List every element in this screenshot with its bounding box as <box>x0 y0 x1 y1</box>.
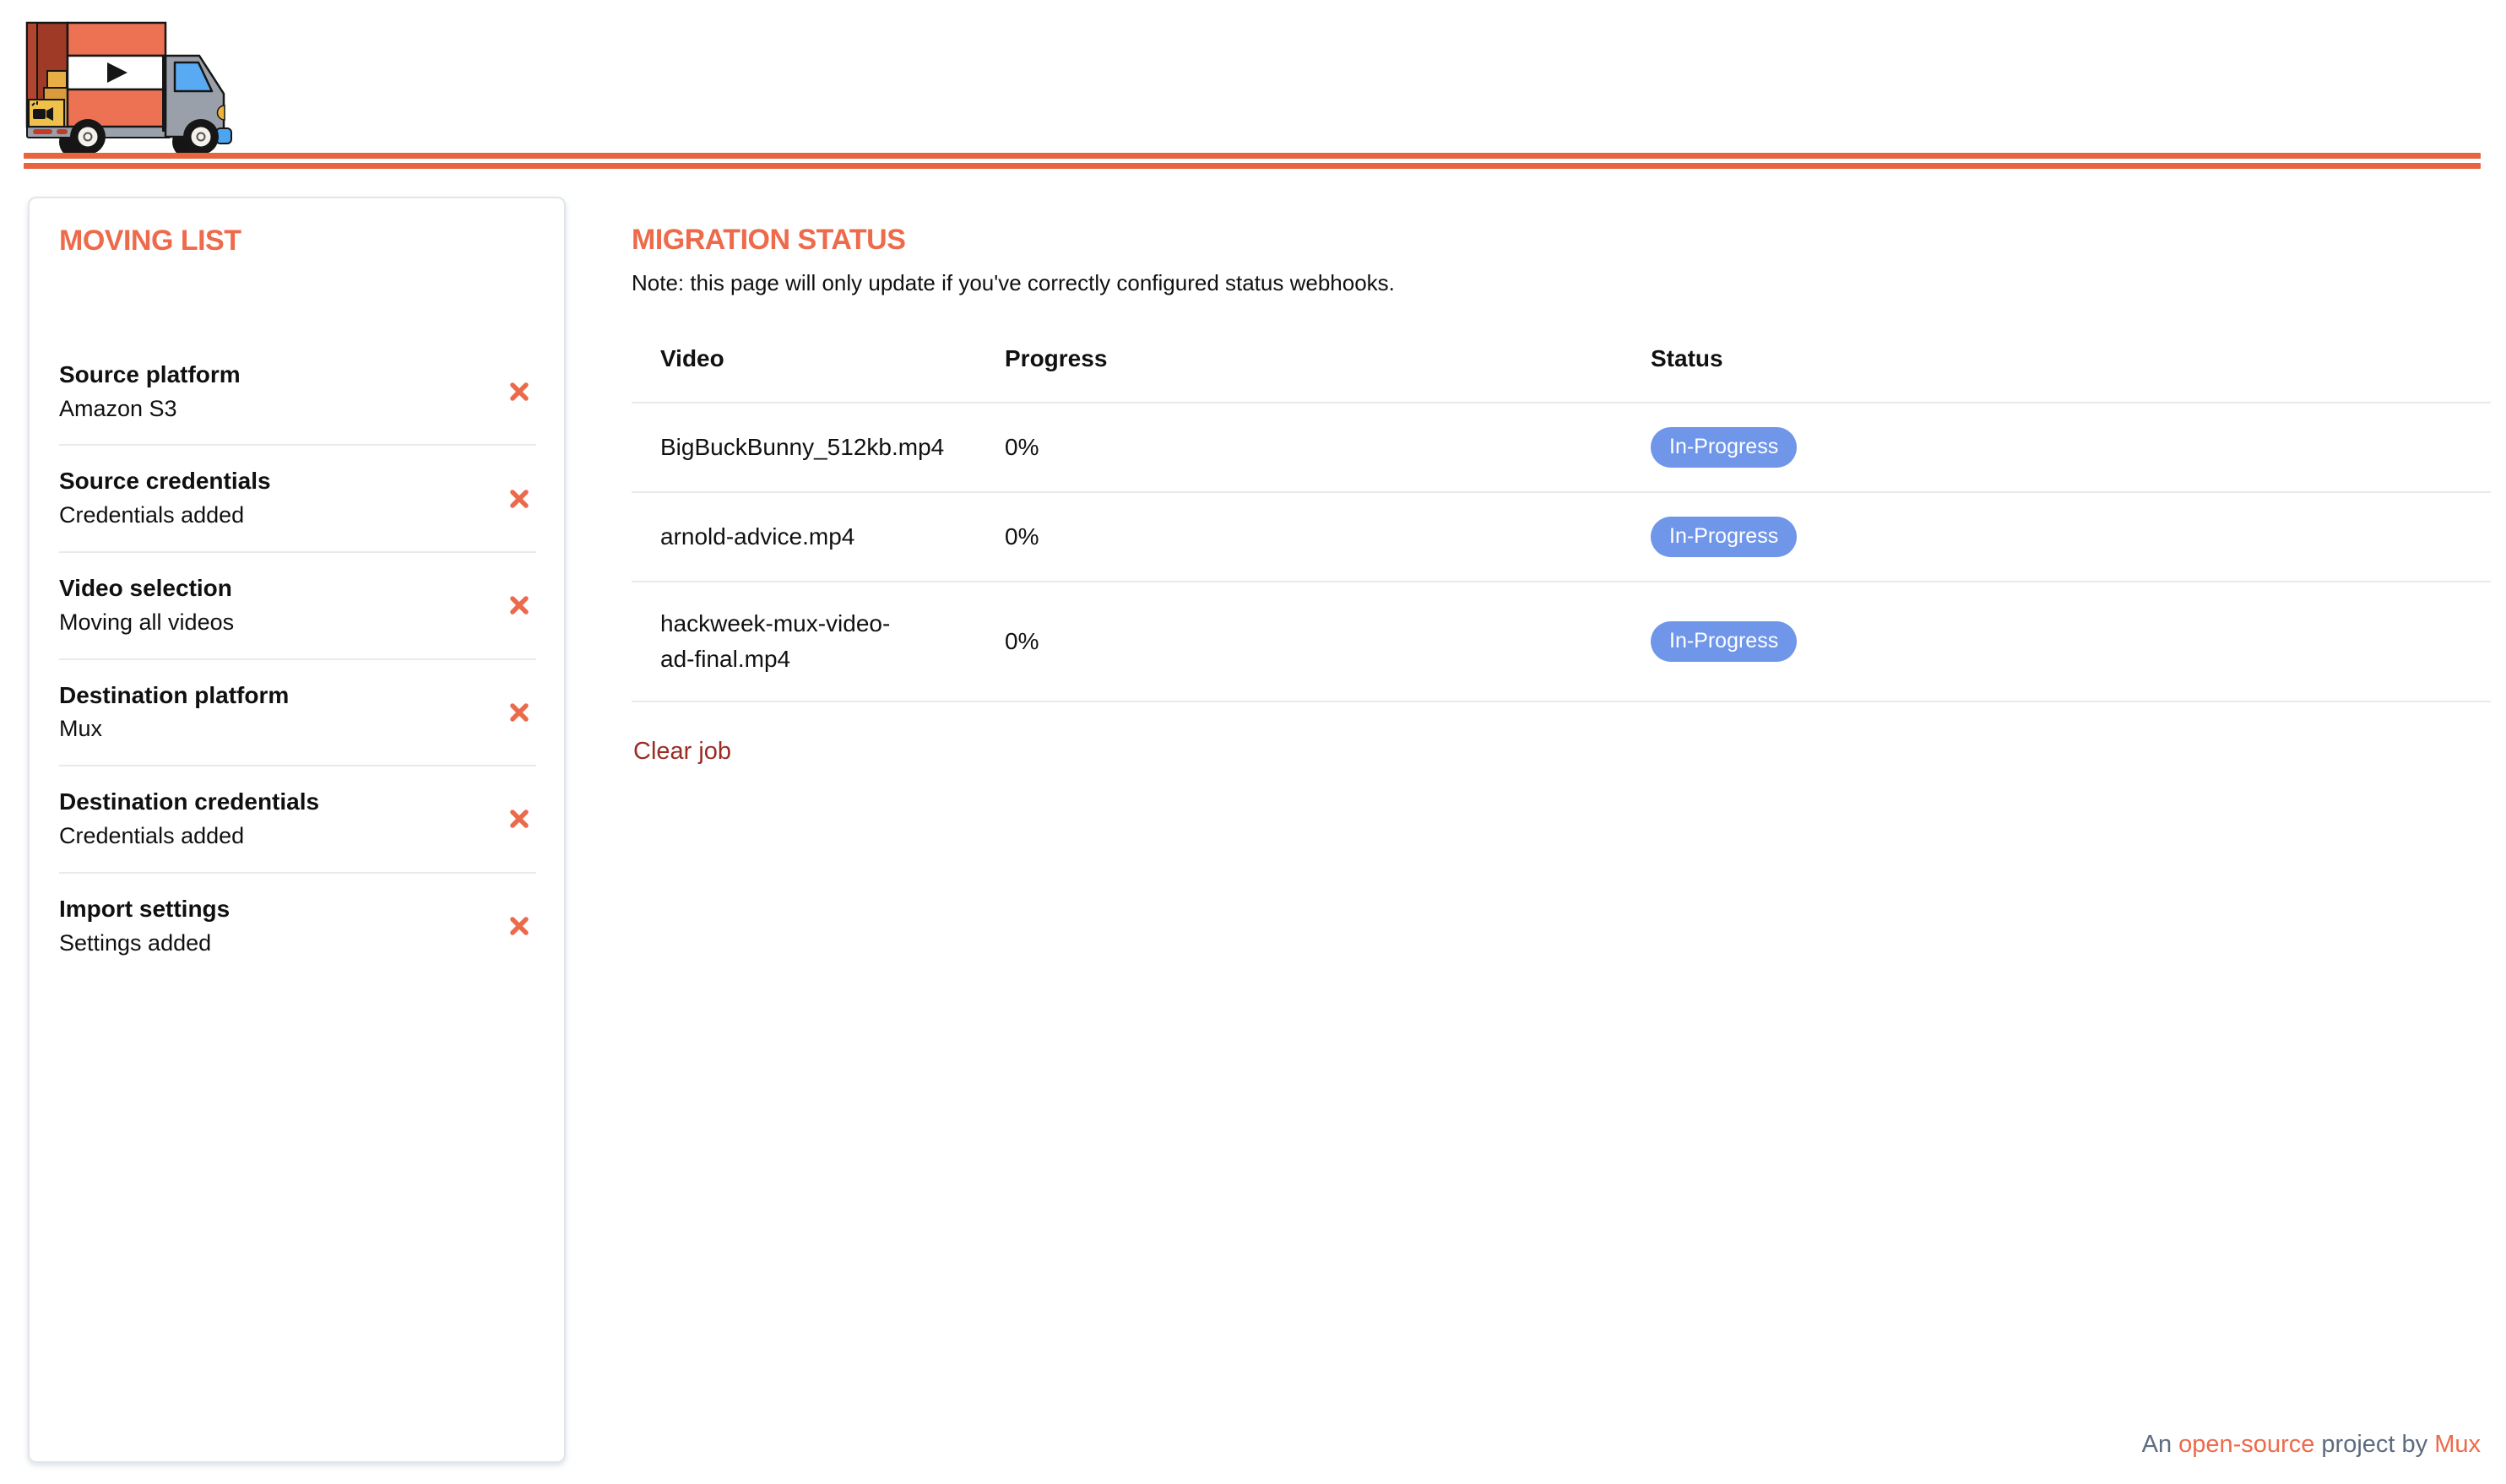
item-value: Credentials added <box>59 500 485 532</box>
footer-credit: An open-source project by Mux <box>2142 1431 2481 1459</box>
progress-value: 0% <box>1005 434 1651 461</box>
moving-list: Source platform Amazon S3 Source credent… <box>59 339 536 979</box>
front-wheel <box>183 119 219 154</box>
moving-truck-icon <box>25 10 248 157</box>
sidebar-item-destination-platform: Destination platform Mux <box>59 660 536 767</box>
item-label: Video selection <box>59 572 485 604</box>
table-row: arnold-advice.mp4 0% In-Progress <box>632 493 2491 582</box>
migration-table-header: Video Progress Status <box>632 335 2491 403</box>
clear-job-link[interactable]: Clear job <box>633 738 731 766</box>
sidebar-item-video-selection: Video selection Moving all videos <box>59 553 536 660</box>
item-value: Credentials added <box>59 821 485 853</box>
video-name: hackweek-mux-video-ad-final.mp4 <box>660 606 1005 677</box>
column-header-progress: Progress <box>1005 345 1651 372</box>
item-label: Source platform <box>59 359 485 391</box>
remove-source-platform-button[interactable] <box>507 380 531 403</box>
status-badge: In-Progress <box>1651 427 1797 468</box>
road-line-bottom <box>24 163 2481 169</box>
migration-table: Video Progress Status BigBuckBunny_512kb… <box>632 335 2491 702</box>
footer-prefix: An <box>2142 1431 2179 1458</box>
open-source-link[interactable]: open-source <box>2178 1431 2314 1458</box>
item-value: Moving all videos <box>59 607 485 639</box>
x-icon <box>509 595 529 615</box>
remove-import-settings-button[interactable] <box>507 914 531 938</box>
sidebar-item-source-platform: Source platform Amazon S3 <box>59 339 536 447</box>
x-icon <box>509 809 529 829</box>
sidebar-item-import-settings: Import settings Settings added <box>59 874 536 979</box>
migration-status-section: MIGRATION STATUS Note: this page will on… <box>632 211 2491 766</box>
item-value: Mux <box>59 713 485 745</box>
moving-list-title: MOVING LIST <box>59 224 536 258</box>
sidebar-item-source-credentials: Source credentials Credentials added <box>59 446 536 553</box>
mux-link[interactable]: Mux <box>2434 1431 2481 1458</box>
progress-value: 0% <box>1005 628 1651 655</box>
item-label: Import settings <box>59 893 485 925</box>
item-label: Destination platform <box>59 680 485 712</box>
webhook-note: Note: this page will only update if you'… <box>632 270 2491 296</box>
remove-destination-platform-button[interactable] <box>507 701 531 724</box>
video-name: arnold-advice.mp4 <box>660 519 1005 555</box>
item-value: Amazon S3 <box>59 393 485 425</box>
table-row: hackweek-mux-video-ad-final.mp4 0% In-Pr… <box>632 582 2491 702</box>
column-header-video: Video <box>660 345 1005 372</box>
moving-list-panel: MOVING LIST Source platform Amazon S3 So… <box>28 197 566 1463</box>
video-name: BigBuckBunny_512kb.mp4 <box>660 430 1005 465</box>
status-badge: In-Progress <box>1651 621 1797 662</box>
x-icon <box>509 702 529 723</box>
moving-truck-logo <box>25 10 248 157</box>
status-badge: In-Progress <box>1651 517 1797 557</box>
migration-status-title: MIGRATION STATUS <box>632 225 2491 256</box>
remove-destination-credentials-button[interactable] <box>507 807 531 831</box>
item-label: Source credentials <box>59 465 485 497</box>
x-icon <box>509 382 529 402</box>
footer-middle: project by <box>2314 1431 2434 1458</box>
item-label: Destination credentials <box>59 786 485 818</box>
progress-value: 0% <box>1005 523 1651 550</box>
sidebar-item-destination-credentials: Destination credentials Credentials adde… <box>59 766 536 874</box>
rear-wheel <box>70 119 106 154</box>
column-header-status: Status <box>1651 345 2491 372</box>
x-icon <box>509 916 529 936</box>
x-icon <box>509 489 529 509</box>
road-line-top <box>24 153 2481 159</box>
item-value: Settings added <box>59 928 485 960</box>
remove-source-credentials-button[interactable] <box>507 487 531 511</box>
remove-video-selection-button[interactable] <box>507 593 531 617</box>
table-row: BigBuckBunny_512kb.mp4 0% In-Progress <box>632 403 2491 493</box>
